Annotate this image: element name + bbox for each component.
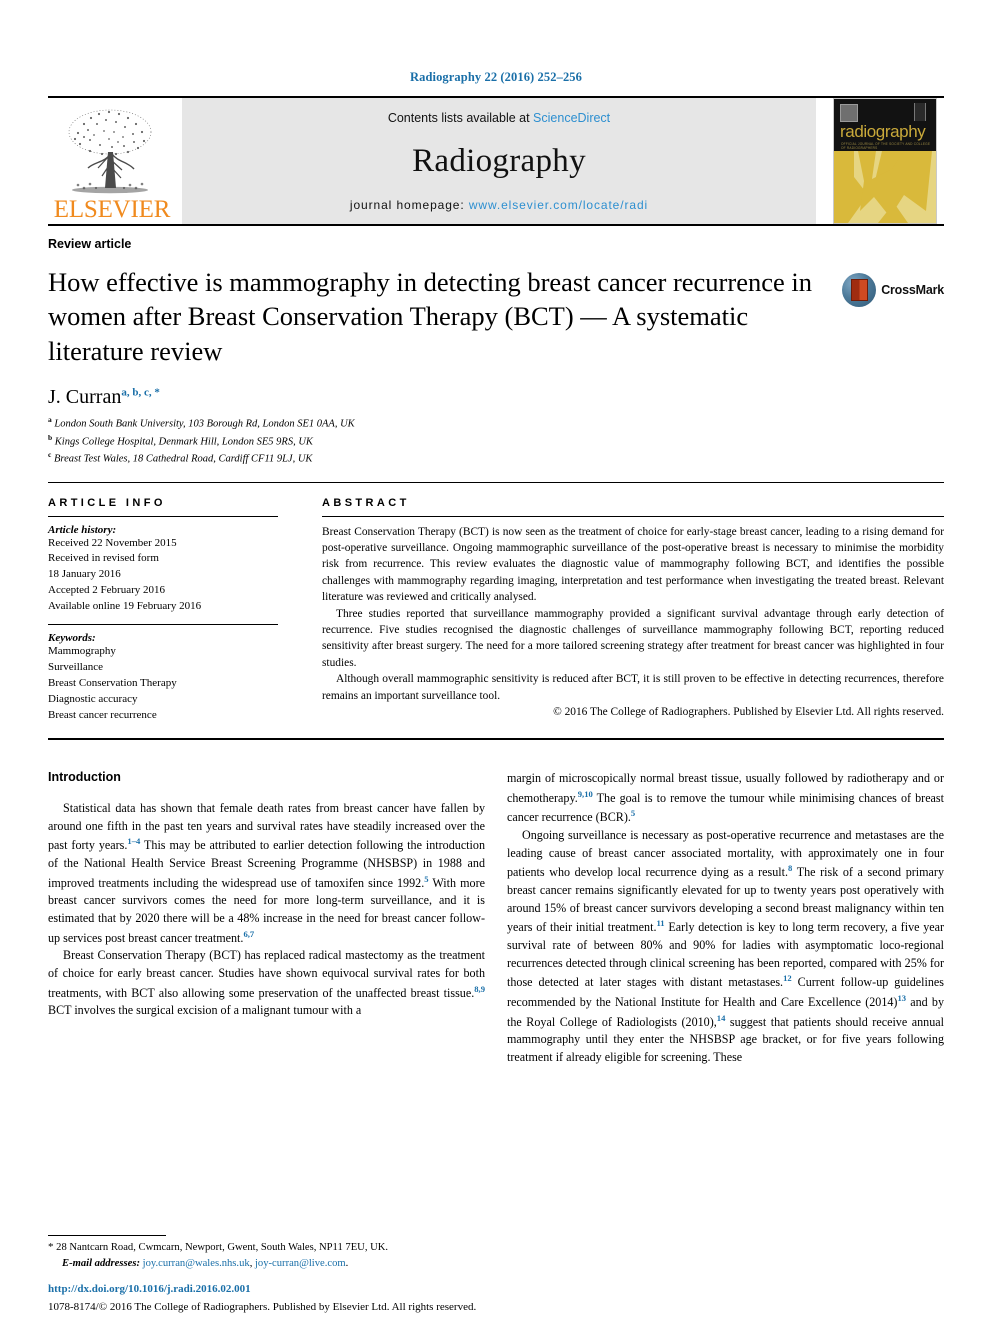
affiliation-text: Kings College Hospital, Denmark Hill, Lo… <box>54 436 313 448</box>
body-columns: Introduction Statistical data has shown … <box>48 770 944 1067</box>
corresponding-star: * <box>48 1240 54 1253</box>
paper-page: Radiography 22 (2016) 252–256 ELSEVIER C… <box>0 0 992 1323</box>
author-affiliation-marks[interactable]: a, b, c, * <box>121 387 160 399</box>
citation-reference[interactable]: 1–4 <box>127 836 140 846</box>
email-link[interactable]: joy.curran@wales.nhs.uk <box>143 1258 250 1269</box>
citation-reference[interactable]: 14 <box>717 1013 726 1023</box>
affiliation-mark: a <box>48 415 52 425</box>
elsevier-wordmark: ELSEVIER <box>53 196 171 223</box>
elsevier-logo: ELSEVIER <box>48 98 176 224</box>
affiliation-mark: b <box>48 432 53 442</box>
abstract-paragraph: Although overall mammographic sensitivit… <box>322 673 944 702</box>
keyword-item: Breast cancer recurrence <box>48 708 157 721</box>
crossmark-icon <box>842 273 877 307</box>
email-label: E-mail addresses: <box>62 1257 140 1269</box>
abstract-paragraph: Three studies reported that surveillance… <box>322 607 944 669</box>
contents-prefix: Contents lists available at <box>387 111 534 125</box>
affiliation-item: c Breast Test Wales, 18 Cathedral Road, … <box>48 450 944 467</box>
crossmark-badge[interactable]: CrossMark <box>842 273 944 307</box>
body-paragraph: Breast Conservation Therapy (BCT) has re… <box>48 948 485 1018</box>
banner-bottom-rule <box>48 224 944 226</box>
body-paragraph: Ongoing surveillance is necessary as pos… <box>507 827 944 1064</box>
contents-line: Contents lists available at ScienceDirec… <box>388 111 610 125</box>
article-info-rule <box>48 515 278 517</box>
info-section-top-rule <box>48 481 944 483</box>
article-history-title: Article history: <box>48 523 117 536</box>
affiliation-item: b Kings College Hospital, Denmark Hill, … <box>48 433 944 450</box>
title-row: How effective is mammography in detectin… <box>48 251 944 368</box>
footnote-block: * 28 Nantcarn Road, Cwmcarn, Newport, Gw… <box>48 1234 484 1271</box>
citation-reference[interactable]: 5 <box>424 874 428 884</box>
affiliation-text: London South Bank University, 103 Boroug… <box>54 418 355 430</box>
keyword-item: Breast Conservation Therapy <box>48 677 177 690</box>
citation-reference[interactable]: 6,7 <box>243 929 254 939</box>
article-type: Review article <box>48 237 132 251</box>
history-item: 18 January 2016 <box>48 568 121 581</box>
abstract-rule <box>322 515 944 517</box>
cover-starburst-art <box>834 151 936 223</box>
article-info-heading: ARTICLE INFO <box>48 496 166 509</box>
crossmark-label: CrossMark <box>881 283 944 297</box>
keyword-item: Diagnostic accuracy <box>48 693 138 706</box>
citation-reference[interactable]: 8 <box>788 863 792 873</box>
author-name: J. Currana, b, c, * <box>48 386 944 409</box>
elsevier-tree-icon <box>68 109 152 194</box>
citation-reference[interactable]: 8,9 <box>474 984 485 994</box>
abstract-heading: ABSTRACT <box>322 496 410 509</box>
article-info-column: ARTICLE INFO Article history: Received 2… <box>48 497 304 724</box>
citation-reference[interactable]: 5 <box>631 808 635 818</box>
info-abstract-section: ARTICLE INFO Article history: Received 2… <box>48 497 944 724</box>
sciencedirect-link[interactable]: ScienceDirect <box>533 111 610 125</box>
corresponding-author-note: * 28 Nantcarn Road, Cwmcarn, Newport, Gw… <box>48 1240 484 1256</box>
citation-reference[interactable]: 9,10 <box>578 789 593 799</box>
body-column-left: Introduction Statistical data has shown … <box>48 770 485 1067</box>
keyword-item: Mammography <box>48 645 116 658</box>
footnote-rule <box>48 1234 166 1236</box>
email-link[interactable]: joy-curran@live.com <box>255 1258 346 1269</box>
author-label: J. Curran <box>48 386 122 409</box>
journal-cover-thumbnail: radiography OFFICIAL JOURNAL OF THE SOCI… <box>826 98 944 224</box>
cover-image: radiography OFFICIAL JOURNAL OF THE SOCI… <box>833 98 937 224</box>
keywords-rule <box>48 624 278 626</box>
journal-title: Radiography <box>412 143 586 179</box>
running-head: Radiography 22 (2016) 252–256 <box>409 70 582 84</box>
abstract-column: ABSTRACT Breast Conservation Therapy (BC… <box>304 497 944 724</box>
abstract-paragraph: Breast Conservation Therapy (BCT) is now… <box>322 525 944 604</box>
citation-reference[interactable]: 13 <box>897 993 906 1003</box>
body-paragraph: Statistical data has shown that female d… <box>48 800 485 945</box>
history-item: Accepted 2 February 2016 <box>48 584 165 597</box>
journal-banner: ELSEVIER Contents lists available at Sci… <box>48 98 944 224</box>
keyword-item: Surveillance <box>48 661 103 674</box>
history-item: Received 22 November 2015 <box>48 536 177 549</box>
abstract-copyright: © 2016 The College of Radiographers. Pub… <box>553 706 944 719</box>
homepage-prefix: journal homepage: <box>349 198 469 212</box>
homepage-line: journal homepage: www.elsevier.com/locat… <box>350 198 648 212</box>
affiliation-mark: c <box>48 450 52 460</box>
citation-reference[interactable]: 12 <box>783 973 792 983</box>
affiliations-list: a London South Bank University, 103 Boro… <box>48 415 944 467</box>
body-paragraph: margin of microscopically normal breast … <box>507 770 944 825</box>
page-title: How effective is mammography in detectin… <box>48 267 812 366</box>
body-column-right: margin of microscopically normal breast … <box>507 770 944 1067</box>
doi-link[interactable]: http://dx.doi.org/10.1016/j.radi.2016.02… <box>48 1283 251 1295</box>
keywords-title: Keywords: <box>48 632 96 645</box>
body-top-rule <box>48 737 944 740</box>
history-item: Received in revised form <box>48 552 159 565</box>
email-period: . <box>345 1257 349 1269</box>
history-item: Available online 19 February 2016 <box>48 600 202 613</box>
journal-banner-center: Contents lists available at ScienceDirec… <box>182 98 816 224</box>
affiliation-text: Breast Test Wales, 18 Cathedral Road, Ca… <box>53 453 313 465</box>
citation-reference[interactable]: 11 <box>656 918 664 928</box>
email-note: E-mail addresses: joy.curran@wales.nhs.u… <box>48 1256 484 1271</box>
crossmark-book-glyph <box>850 279 868 301</box>
homepage-url-link[interactable]: www.elsevier.com/locate/radi <box>469 198 648 212</box>
issn-copyright-line: 1078-8174/© 2016 The College of Radiogra… <box>48 1301 477 1313</box>
section-heading-introduction: Introduction <box>48 769 121 784</box>
affiliation-item: a London South Bank University, 103 Boro… <box>48 415 944 432</box>
corresponding-address: 28 Nantcarn Road, Cwmcarn, Newport, Gwen… <box>56 1241 389 1253</box>
